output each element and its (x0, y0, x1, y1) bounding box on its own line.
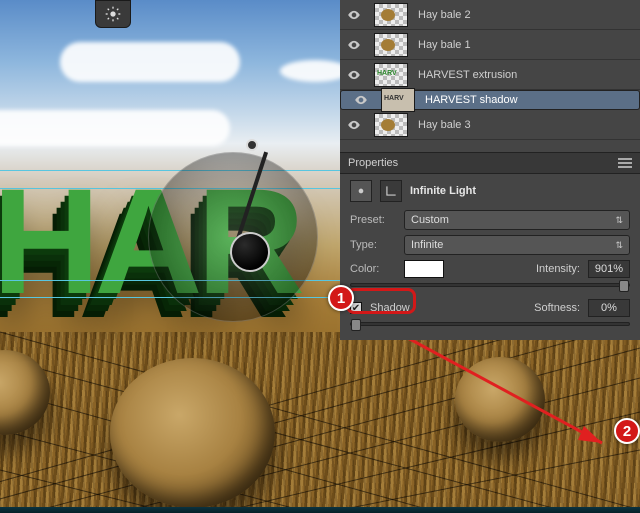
color-label: Color: (350, 263, 396, 275)
color-swatch[interactable] (404, 260, 444, 278)
layer-thumbnail[interactable] (374, 33, 408, 57)
light-tool-chip[interactable] (95, 0, 131, 28)
sun-icon (354, 184, 368, 198)
layer-name[interactable]: HARVEST extrusion (414, 69, 640, 81)
light-type-button[interactable] (350, 180, 372, 202)
layer-thumbnail[interactable] (374, 113, 408, 137)
type-value: Infinite (411, 239, 443, 251)
properties-title: Properties (348, 157, 398, 169)
intensity-slider[interactable] (350, 283, 630, 287)
layer-name[interactable]: HARVEST shadow (421, 94, 633, 106)
preset-value: Custom (411, 214, 449, 226)
chevron-updown-icon: ⇅ (615, 215, 623, 226)
status-bar (0, 507, 640, 513)
layer-thumbnail[interactable]: HARV (374, 63, 408, 87)
light-direction-tip[interactable] (246, 139, 258, 151)
visibility-toggle[interactable] (347, 93, 375, 107)
type-select[interactable]: Infinite ⇅ (404, 235, 630, 255)
eye-icon (347, 68, 361, 82)
visibility-toggle[interactable] (340, 8, 368, 22)
visibility-toggle[interactable] (340, 68, 368, 82)
layer-row-selected[interactable]: HARV HARVEST shadow (340, 90, 640, 110)
intensity-value[interactable]: 901% (588, 260, 630, 278)
softness-value[interactable]: 0% (588, 299, 630, 317)
softness-label: Softness: (534, 302, 580, 314)
hay-bale (455, 357, 545, 442)
preset-select[interactable]: Custom ⇅ (404, 210, 630, 230)
light-orbit-gizmo[interactable] (148, 152, 318, 322)
layer-row[interactable]: Hay bale 3 (340, 110, 640, 140)
layer-thumbnail[interactable]: HARV (381, 88, 415, 112)
eye-icon (347, 8, 361, 22)
softness-slider[interactable] (350, 322, 630, 326)
layer-thumbnail[interactable] (374, 3, 408, 27)
annotation-highlight-box (346, 288, 416, 314)
preset-label: Preset: (350, 214, 396, 226)
layer-name[interactable]: Hay bale 1 (414, 39, 640, 51)
layer-name[interactable]: Hay bale 2 (414, 9, 640, 21)
hay-bale (110, 358, 275, 508)
type-label: Type: (350, 239, 396, 251)
properties-header[interactable]: Properties (340, 152, 640, 174)
annotation-callout-1: 1 (328, 285, 354, 311)
visibility-toggle[interactable] (340, 118, 368, 132)
light-name: Infinite Light (410, 185, 476, 197)
eye-icon (354, 93, 368, 107)
visibility-toggle[interactable] (340, 38, 368, 52)
chevron-updown-icon: ⇅ (615, 240, 623, 251)
annotation-callout-2: 2 (614, 418, 640, 444)
eye-icon (347, 38, 361, 52)
coordinates-button[interactable] (380, 180, 402, 202)
layer-row[interactable]: Hay bale 1 (340, 30, 640, 60)
axes-icon (384, 184, 398, 198)
layer-row[interactable]: Hay bale 2 (340, 0, 640, 30)
intensity-label: Intensity: (536, 263, 580, 275)
layers-panel: Hay bale 2 Hay bale 1 HARV HARVEST extru… (340, 0, 640, 152)
layer-row[interactable]: HARV HARVEST extrusion (340, 60, 640, 90)
eye-icon (347, 118, 361, 132)
panel-menu-icon[interactable] (618, 158, 632, 168)
layer-name[interactable]: Hay bale 3 (414, 119, 640, 131)
sun-icon (105, 6, 121, 22)
light-pivot-knob[interactable] (230, 232, 270, 272)
